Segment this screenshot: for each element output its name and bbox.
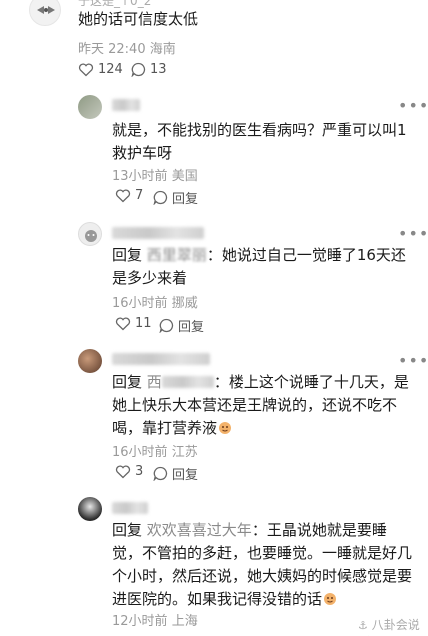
reply-label: 回复 <box>178 320 205 335</box>
comment-text: 回复 欢欢喜喜过大年：王晶说她就是要睡觉，不管拍的多赶，也要睡觉。一睡就是好几个… <box>112 519 414 611</box>
watermark: ⚓ 八卦会说话 <box>358 616 428 636</box>
comment-location: 海南 <box>149 42 176 57</box>
reply-button[interactable]: 回复 <box>153 464 198 483</box>
avatar[interactable] <box>29 0 61 26</box>
comment-meta: 12小时前 上海 <box>112 610 198 629</box>
comment-text: 回复 西：楼上这个说睡了十几天，是她上快乐大本营还是王牌说的，还说不吃不喝，靠打… <box>112 371 414 440</box>
watermark-text: 八卦会说话 <box>358 618 420 636</box>
reply-word: 回复 <box>112 246 143 264</box>
comment-meta: 16小时前 江苏 <box>112 441 198 460</box>
avatar[interactable] <box>78 349 102 373</box>
reply-target-name[interactable]: 欢欢喜喜过大年 <box>147 521 252 539</box>
reply-target-name[interactable]: 西 <box>147 373 162 391</box>
heart-icon <box>78 63 94 77</box>
comment-location: 江苏 <box>171 445 198 460</box>
comment-time: 16小时前 <box>112 296 168 311</box>
bow-icon <box>37 6 55 14</box>
comment-bubble-icon <box>131 62 146 77</box>
comment-meta: 昨天 22:40 海南 <box>78 38 176 57</box>
comment-time: 12小时前 <box>112 614 168 629</box>
comment-count: 13 <box>150 62 167 77</box>
reply-label: 回复 <box>172 468 199 483</box>
username-blurred[interactable] <box>112 502 148 514</box>
like-button[interactable]: 124 <box>78 62 123 77</box>
comment-text: 回复 西里翠丽：她说过自己一觉睡了16天还是多少来着 <box>112 244 412 290</box>
like-count: 11 <box>135 316 152 331</box>
like-button[interactable]: 11 <box>115 316 152 331</box>
reply-word: 回复 <box>112 521 143 539</box>
more-options-icon[interactable]: ••• <box>398 98 428 114</box>
reply-target-name[interactable]: 西里翠丽 <box>147 246 207 264</box>
comment-time: 16小时前 <box>112 445 168 460</box>
comment-button[interactable]: 13 <box>131 62 167 77</box>
watermark-icon: ⚓ <box>358 619 368 632</box>
avatar[interactable] <box>78 497 102 521</box>
like-count: 124 <box>98 62 123 77</box>
heart-icon <box>115 465 131 479</box>
comment-location: 上海 <box>171 614 198 629</box>
heart-icon <box>115 317 131 331</box>
username-blurred[interactable] <box>112 227 204 239</box>
comment-time: 昨天 22:40 <box>78 42 146 57</box>
username-blurred[interactable] <box>112 99 140 111</box>
comment-text: 她的话可信度太低 <box>78 10 199 28</box>
emoji-icon <box>324 593 337 605</box>
pet-avatar-icon <box>85 230 97 242</box>
avatar[interactable] <box>78 222 102 246</box>
comment-bubble-icon <box>153 190 168 205</box>
comment-time: 13小时前 <box>112 169 168 184</box>
like-count: 3 <box>135 464 144 479</box>
reply-button[interactable]: 回复 <box>159 316 204 335</box>
comment-location: 挪威 <box>171 296 198 311</box>
username-blurred[interactable] <box>112 353 210 365</box>
more-options-icon[interactable]: ••• <box>398 226 428 242</box>
comment-text: 就是，不能找别的医生看病吗？严重可以叫1救护车呀 <box>112 121 407 162</box>
comment-meta: 13小时前 美国 <box>112 165 198 184</box>
avatar[interactable] <box>78 95 102 119</box>
like-button[interactable]: 3 <box>115 464 143 479</box>
reply-word: 回复 <box>112 373 143 391</box>
comment-bubble-icon <box>153 466 168 481</box>
heart-icon <box>115 189 131 203</box>
comment-bubble-icon <box>159 318 174 333</box>
reply-label: 回复 <box>172 192 199 207</box>
like-count: 7 <box>135 188 144 203</box>
comment-location: 美国 <box>171 169 198 184</box>
more-options-icon[interactable]: ••• <box>398 353 428 369</box>
reply-target-name-blurred <box>161 376 214 388</box>
reply-button[interactable]: 回复 <box>153 188 198 207</box>
comment-meta: 16小时前 挪威 <box>112 292 198 311</box>
like-button[interactable]: 7 <box>115 188 143 203</box>
emoji-icon <box>219 422 232 434</box>
